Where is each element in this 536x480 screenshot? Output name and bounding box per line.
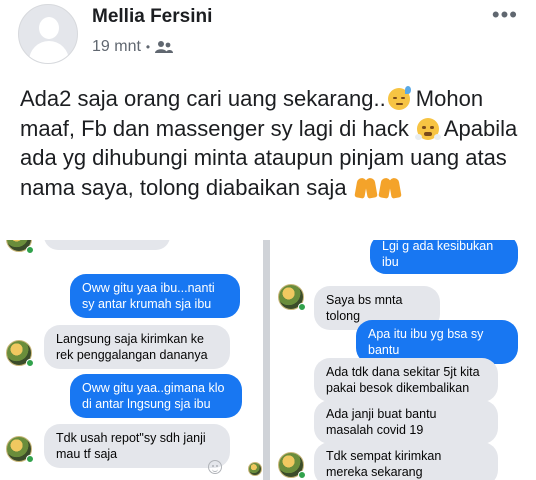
avatar-body-shape bbox=[29, 41, 69, 63]
steam-nose-face-emoji bbox=[414, 117, 441, 140]
friends-icon[interactable] bbox=[155, 40, 174, 54]
seen-avatar bbox=[248, 462, 262, 476]
online-indicator bbox=[298, 471, 306, 479]
post-time[interactable]: 19 mnt bbox=[92, 38, 141, 56]
online-indicator bbox=[26, 246, 34, 254]
online-indicator bbox=[298, 303, 306, 311]
profile-avatar[interactable] bbox=[18, 4, 78, 64]
screenshot-divider bbox=[263, 240, 270, 480]
meta-separator: • bbox=[145, 40, 151, 54]
post-text-line-1: Ada2 saja orang cari uang sekarang.. bbox=[20, 86, 386, 111]
online-indicator bbox=[26, 359, 34, 367]
post-text: Ada2 saja orang cari uang sekarang.. Moh… bbox=[20, 84, 530, 202]
message-bubble: Langsung saja kirimkan ke rek penggalang… bbox=[44, 325, 230, 369]
author-name[interactable]: Mellia Fersini bbox=[92, 6, 212, 28]
message-bubble: Ada tdk dana sekitar 5jt kita pakai beso… bbox=[314, 358, 498, 402]
online-indicator bbox=[26, 455, 34, 463]
post-meta: 19 mnt • bbox=[92, 38, 174, 56]
chat-screenshot-left: Oww gitu yaa ibu...nanti sy antar krumah… bbox=[0, 240, 263, 480]
more-options-button[interactable]: ••• bbox=[492, 4, 518, 26]
message-bubble: Ada janji buat bantu masalah covid 19 bbox=[314, 400, 498, 444]
folded-hands-emoji bbox=[354, 176, 378, 199]
message-bubble: Oww gitu yaa..gimana klo di antar lngsun… bbox=[70, 374, 242, 418]
sweat-face-emoji bbox=[387, 86, 411, 110]
message-bubble: Tdk usah repot"sy sdh janji mau tf saja bbox=[44, 424, 230, 468]
message-bubble: Tdk sempat kirimkan mereka sekarang bbox=[314, 442, 498, 480]
avatar-head-shape bbox=[39, 17, 59, 39]
message-bubble: Oww gitu yaa ibu...nanti sy antar krumah… bbox=[70, 274, 240, 318]
chat-screenshot-right: Lgi g ada kesibukan ibu Saya bs mnta tol… bbox=[270, 240, 536, 480]
folded-hands-emoji bbox=[378, 176, 402, 199]
post-header: Mellia Fersini 19 mnt • ••• bbox=[0, 0, 536, 72]
emoji-reaction-icon[interactable] bbox=[208, 460, 222, 474]
message-bubble: Lgi g ada kesibukan ibu bbox=[370, 240, 518, 274]
cut-off-bubble bbox=[44, 240, 170, 250]
